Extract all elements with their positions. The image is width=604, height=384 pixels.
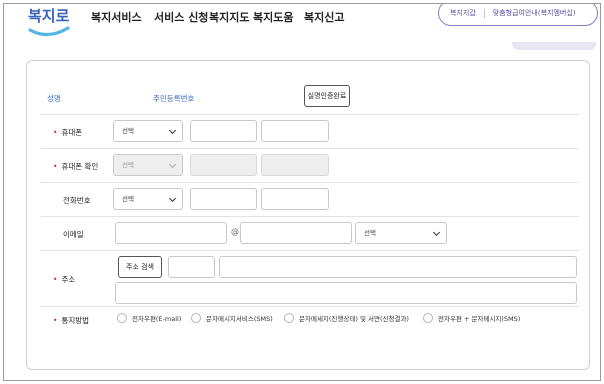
notify-option-email-and-sms[interactable]: 전자우편 + 문자메시지(SMS) xyxy=(423,313,520,323)
verified-button[interactable]: 실명인증완료 xyxy=(304,85,350,107)
radio-icon[interactable] xyxy=(284,313,294,323)
zipcode-input[interactable] xyxy=(168,256,215,278)
bokjiro-logo[interactable]: 복지로 xyxy=(26,6,74,40)
chevron-down-icon xyxy=(168,194,177,203)
mobile-confirm-middle-input[interactable] xyxy=(190,154,257,176)
email-domain-input[interactable] xyxy=(240,222,352,244)
radio-icon[interactable] xyxy=(117,313,127,323)
quick-links-pill: 복지지갑 맞춤형급여안내(복지멤버십) xyxy=(438,4,598,26)
email-at-sign: @ xyxy=(231,227,239,236)
notify-label: • 통지방법 xyxy=(53,316,90,325)
mobile-confirm-carrier-select[interactable]: 선택 xyxy=(113,154,183,176)
phone-last-input[interactable] xyxy=(261,188,329,210)
nav-service-apply[interactable]: 서비스 신청 xyxy=(154,9,208,25)
phone-label: 전화번호 xyxy=(63,196,91,205)
mobile-confirm-row: • 휴대폰 확인 선택 xyxy=(41,149,579,183)
phone-area-select[interactable]: 선택 xyxy=(113,188,183,210)
mobile-confirm-label: • 휴대폰 확인 xyxy=(53,162,99,171)
mobile-carrier-select[interactable]: 선택 xyxy=(113,120,183,142)
email-row: 이메일 @ 선택 xyxy=(41,217,579,251)
email-label: 이메일 xyxy=(63,230,84,239)
address-detail-input[interactable] xyxy=(115,282,577,304)
dropdown-shadow xyxy=(512,42,596,50)
link-welfare-wallet[interactable]: 복지지갑 xyxy=(439,8,484,18)
notify-option-sms-and-paper[interactable]: 문자메세지(진행상태) 및 서면(신청결과) xyxy=(284,313,409,323)
notify-row: • 통지방법 전자우편(E-mail) 문자메시지서비스(SMS) 문자메세지(진… xyxy=(41,313,579,339)
nav-welfare-services[interactable]: 복지서비스 xyxy=(91,9,142,25)
applicant-form: 성명 주민등록번호 실명인증완료 • 휴대폰 선택 • 휴대폰 확인 선택 전화번호… xyxy=(26,60,590,370)
address-search-button[interactable]: 주소 검색 xyxy=(118,256,162,278)
name-label: 성명 xyxy=(47,94,61,103)
radio-icon[interactable] xyxy=(423,313,433,323)
link-customized-benefit[interactable]: 맞춤형급여안내(복지멤버십) xyxy=(485,8,584,18)
radio-icon[interactable] xyxy=(191,313,201,323)
nav-welfare-map[interactable]: 복지지도 xyxy=(209,9,249,25)
logo-text: 복지로 xyxy=(28,7,70,25)
mobile-row: • 휴대폰 선택 xyxy=(41,115,579,149)
notify-option-sms[interactable]: 문자메시지서비스(SMS) xyxy=(191,313,273,323)
mobile-confirm-last-input[interactable] xyxy=(261,154,329,176)
address-label: • 주소 xyxy=(53,275,76,284)
email-id-input[interactable] xyxy=(115,222,227,244)
phone-middle-input[interactable] xyxy=(190,188,257,210)
nav-welfare-report[interactable]: 복지신고 xyxy=(304,9,344,25)
notify-option-email[interactable]: 전자우편(E-mail) xyxy=(117,313,181,323)
address-main-input[interactable] xyxy=(219,256,577,278)
mobile-last-input[interactable] xyxy=(261,120,329,142)
page-frame: 복지로 복지서비스 서비스 신청 복지지도 복지도움 복지신고 복지지갑 맞춤형… xyxy=(3,3,601,381)
mobile-middle-input[interactable] xyxy=(190,120,257,142)
nav-welfare-help[interactable]: 복지도움 xyxy=(253,9,293,25)
chevron-down-icon xyxy=(432,228,441,237)
address-row: • 주소 주소 검색 xyxy=(41,251,579,307)
phone-row: 전화번호 선택 xyxy=(41,183,579,217)
rrn-label: 주민등록번호 xyxy=(153,94,195,103)
email-domain-select[interactable]: 선택 xyxy=(355,222,447,244)
chevron-down-icon xyxy=(168,126,177,135)
mobile-label: • 휴대폰 xyxy=(53,128,83,137)
chevron-down-icon xyxy=(168,160,177,169)
identity-row: 성명 주민등록번호 실명인증완료 xyxy=(41,75,579,115)
